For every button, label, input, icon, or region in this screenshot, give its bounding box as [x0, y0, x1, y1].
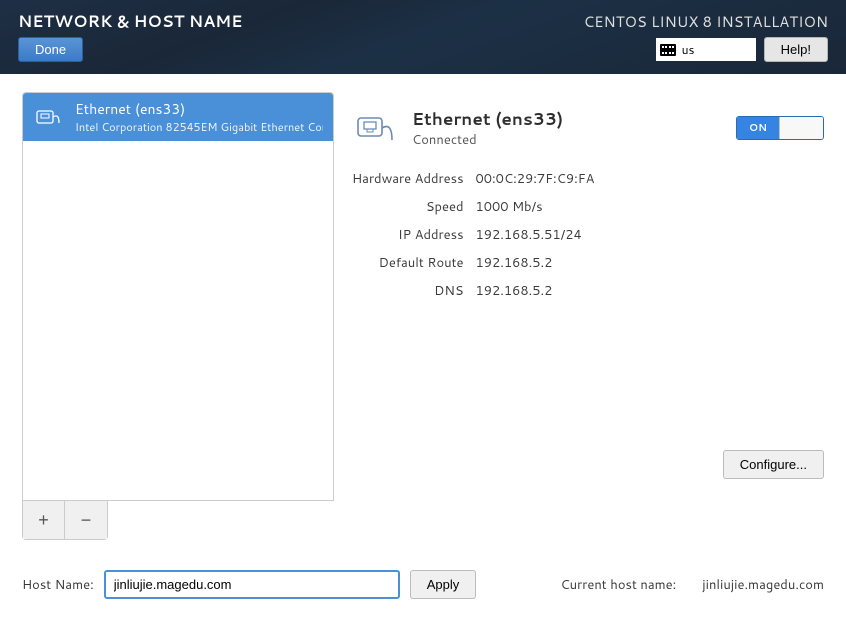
installer-title: CENTOS LINUX 8 INSTALLATION — [584, 11, 828, 32]
configure-button[interactable]: Configure... — [723, 450, 824, 479]
speed-label: Speed — [352, 198, 464, 216]
ethernet-icon — [352, 104, 400, 152]
hostname-input[interactable] — [104, 570, 400, 599]
current-hostname-label: Current host name: — [560, 576, 676, 594]
hostname-label: Host Name: — [22, 576, 94, 594]
network-device-list: Ethernet (ens33) Intel Corporation 82545… — [22, 92, 334, 501]
device-details: Hardware Address 00:0C:29:7F:C9:FA Speed… — [352, 170, 594, 300]
device-list-name: Ethernet (ens33) — [75, 99, 323, 119]
keyboard-icon — [660, 44, 676, 56]
ip-address-label: IP Address — [352, 226, 464, 244]
toggle-knob — [779, 117, 823, 139]
ethernet-icon — [33, 101, 65, 133]
default-route-value: 192.168.5.2 — [476, 254, 595, 272]
hardware-address-label: Hardware Address — [352, 170, 464, 188]
default-route-label: Default Route — [352, 254, 464, 272]
page-title: NETWORK & HOST NAME — [18, 10, 242, 33]
device-list-description: Intel Corporation 82545EM Gigabit Ethern… — [75, 119, 323, 135]
help-button[interactable]: Help! — [764, 37, 828, 62]
add-device-button[interactable]: + — [23, 501, 65, 539]
apply-button[interactable]: Apply — [410, 570, 477, 599]
dns-label: DNS — [352, 282, 464, 300]
device-toggle[interactable]: ON — [736, 116, 824, 140]
dns-value: 192.168.5.2 — [476, 282, 595, 300]
speed-value: 1000 Mb/s — [476, 198, 595, 216]
ip-address-value: 192.168.5.51/24 — [476, 226, 595, 244]
toggle-on-label: ON — [737, 117, 779, 139]
done-button[interactable]: Done — [18, 37, 83, 62]
hardware-address-value: 00:0C:29:7F:C9:FA — [476, 170, 595, 188]
device-name: Ethernet (ens33) — [412, 107, 724, 131]
device-status: Connected — [412, 131, 724, 149]
current-hostname-value: jinliujie.magedu.com — [702, 576, 824, 594]
device-list-item[interactable]: Ethernet (ens33) Intel Corporation 82545… — [23, 93, 333, 141]
keyboard-layout-indicator[interactable]: us — [656, 38, 756, 61]
keyboard-layout-label: us — [682, 41, 695, 58]
remove-device-button[interactable]: − — [65, 501, 107, 539]
header-bar: NETWORK & HOST NAME CENTOS LINUX 8 INSTA… — [0, 0, 846, 74]
